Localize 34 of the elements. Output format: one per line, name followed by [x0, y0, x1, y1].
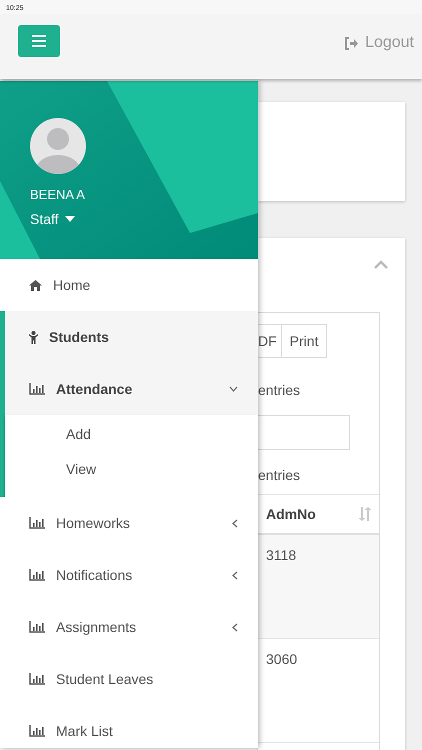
collapse-icon[interactable]	[374, 260, 388, 269]
menu-item[interactable]: Attendance	[5, 363, 258, 415]
submenu-item[interactable]: View	[5, 452, 258, 487]
avatar-icon	[30, 118, 86, 174]
menu-item[interactable]: Students	[5, 311, 258, 363]
menu-item[interactable]: Homeworks	[0, 497, 258, 549]
caret-down-icon	[64, 216, 75, 222]
role-dropdown[interactable]: Staff	[30, 208, 75, 230]
table-cell: 3118	[258, 535, 379, 639]
submenu-item[interactable]: Add	[5, 417, 258, 452]
bar-chart-icon	[29, 383, 45, 395]
menu-item[interactable]: Assignments	[0, 601, 258, 653]
menu-item[interactable]: Student Leaves	[0, 653, 258, 705]
menu-item[interactable]: Home	[0, 259, 258, 311]
bar-chart-icon	[29, 517, 45, 529]
user-name: BEENA A	[30, 186, 86, 204]
entries-label: entries	[258, 381, 302, 400]
bar-chart-icon	[29, 621, 45, 633]
bar-chart-icon	[29, 569, 45, 581]
bar-chart-icon	[29, 725, 45, 737]
entries-info: entries	[258, 466, 302, 485]
menu-item[interactable]: Notifications	[0, 549, 258, 601]
logout-icon	[344, 36, 358, 50]
table-cell: 3060	[258, 639, 379, 743]
home-icon	[29, 280, 42, 290]
person-icon	[29, 330, 38, 344]
bar-chart-icon	[29, 673, 45, 685]
sort-icon	[358, 507, 371, 521]
menu-icon	[32, 35, 46, 47]
export-button[interactable]: DF	[258, 324, 281, 358]
menu-button[interactable]	[18, 25, 60, 57]
search-field[interactable]	[258, 415, 350, 450]
export-button[interactable]: Print	[280, 324, 328, 358]
menu-item[interactable]: Mark List	[0, 705, 258, 748]
